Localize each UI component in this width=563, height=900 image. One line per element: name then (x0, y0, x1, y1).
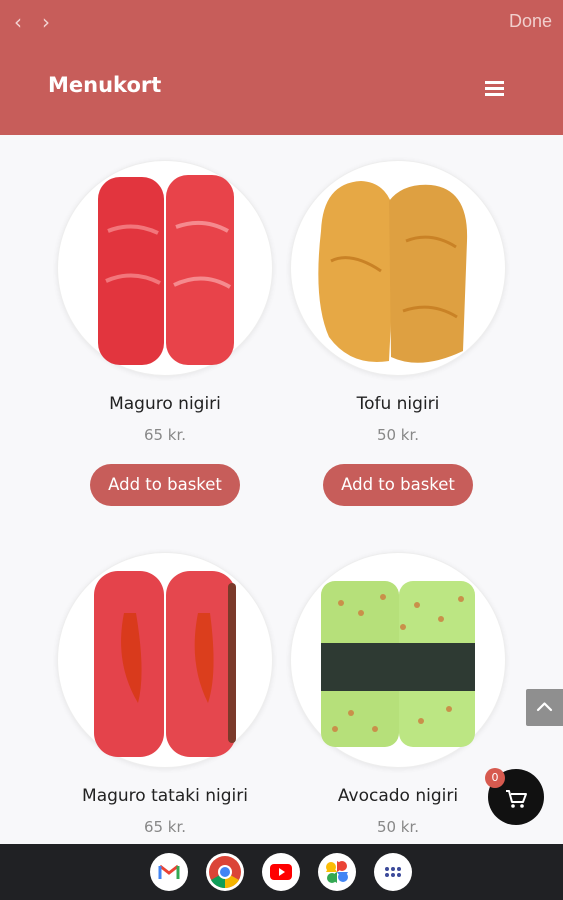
product-name[interactable]: Maguro nigiri (48, 394, 282, 414)
system-dock (0, 844, 563, 900)
product-card: Maguro tataki nigiri 65 kr. (48, 552, 282, 836)
product-image-tofu[interactable] (290, 160, 506, 376)
page-title: Menukort (48, 73, 162, 97)
product-image-maguro[interactable] (57, 160, 273, 376)
product-price: 50 kr. (376, 426, 420, 444)
app-header: ‹ › Done Menukort (0, 0, 563, 135)
youtube-icon[interactable] (262, 853, 300, 891)
add-to-basket-button[interactable]: Add to basket (90, 464, 240, 506)
forward-chevron-icon[interactable]: › (36, 10, 56, 34)
product-image-maguro-tataki[interactable] (57, 552, 273, 768)
product-name[interactable]: Maguro tataki nigiri (48, 786, 282, 806)
cart-count-badge: 0 (485, 768, 505, 788)
product-card: Avocado nigiri 50 kr. (281, 552, 515, 836)
back-chevron-icon[interactable]: ‹ (8, 10, 28, 34)
product-card: Maguro nigiri 65 kr. Add to basket (48, 160, 282, 506)
product-price: 65 kr. (143, 818, 187, 836)
product-name[interactable]: Tofu nigiri (281, 394, 515, 414)
scroll-top-button[interactable] (526, 689, 563, 726)
product-image-avocado[interactable] (290, 552, 506, 768)
hamburger-menu-icon[interactable] (485, 81, 504, 96)
chrome-icon[interactable] (206, 853, 244, 891)
product-grid: Maguro nigiri 65 kr. Add to basket Tofu … (0, 135, 563, 844)
product-price: 50 kr. (376, 818, 420, 836)
product-price: 65 kr. (143, 426, 187, 444)
done-button[interactable]: Done (509, 11, 552, 32)
photos-icon[interactable] (318, 853, 356, 891)
product-name[interactable]: Avocado nigiri (281, 786, 515, 806)
gmail-icon[interactable] (150, 853, 188, 891)
app-drawer-icon[interactable] (374, 853, 412, 891)
add-to-basket-button[interactable]: Add to basket (323, 464, 473, 506)
chevron-up-icon (536, 702, 553, 712)
product-card: Tofu nigiri 50 kr. Add to basket (281, 160, 515, 506)
